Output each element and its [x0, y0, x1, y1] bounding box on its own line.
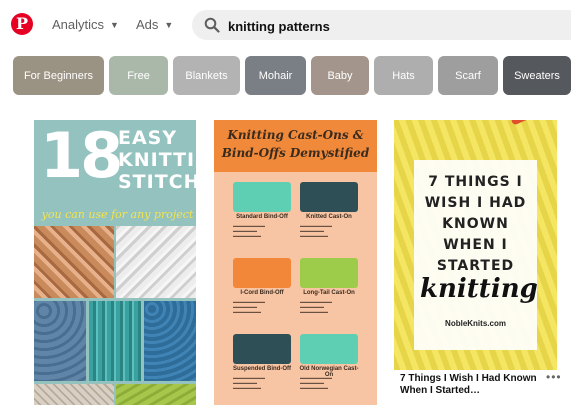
- stitch-photo: [89, 301, 141, 381]
- pin-title-line: EASY: [118, 127, 178, 149]
- swatch-description: ▬▬▬▬▬▬▬▬ ▬▬▬▬▬▬ ▬▬▬▬▬▬▬: [233, 223, 265, 238]
- chip-for-beginners[interactable]: For Beginners: [13, 56, 104, 95]
- pin-caption[interactable]: 7 Things I Wish I Had Known When I Start…: [400, 373, 540, 397]
- swatch-description: ▬▬▬▬▬▬▬▬ ▬▬▬▬▬▬ ▬▬▬▬▬▬▬: [300, 375, 332, 390]
- pinterest-logo-icon[interactable]: P: [11, 13, 33, 35]
- stitch-photo: [116, 226, 196, 298]
- chevron-down-icon: ▼: [110, 19, 119, 30]
- swatch-label: Long-Tail Cast-On: [303, 290, 355, 296]
- swatch-old-norwegian-cast-on: [300, 334, 358, 364]
- swatch-description: ▬▬▬▬▬▬▬▬ ▬▬▬▬▬▬ ▬▬▬▬▬▬▬: [233, 299, 265, 314]
- guided-search-chips: For Beginners Free Blankets Mohair Baby …: [0, 56, 571, 96]
- pin-number: 18: [40, 120, 123, 192]
- swatch-description: ▬▬▬▬▬▬▬▬ ▬▬▬▬▬▬ ▬▬▬▬▬▬▬: [300, 223, 332, 238]
- pin-cast-ons-bind-offs[interactable]: Knitting Cast-Ons & Bind-Offs Demystifie…: [214, 120, 377, 405]
- chip-baby[interactable]: Baby: [311, 56, 369, 95]
- nav-analytics[interactable]: Analytics ▼: [52, 17, 119, 32]
- swatch-label: I-Cord Bind-Off: [240, 290, 284, 296]
- search-bar[interactable]: [192, 10, 571, 42]
- pin-site-name: NobleKnits.com: [445, 319, 506, 328]
- search-input[interactable]: [226, 10, 560, 42]
- pin-script-word: knitting: [420, 274, 538, 304]
- swatch-description: ▬▬▬▬▬▬▬▬ ▬▬▬▬▬▬ ▬▬▬▬▬▬▬: [233, 375, 265, 390]
- pin-title-line: 7 THINGS I: [428, 174, 523, 190]
- pin-title-line: Bind-Offs Demystified: [221, 146, 370, 160]
- more-dots-icon[interactable]: •••: [546, 370, 562, 384]
- swatch-label: Standard Bind-Off: [236, 214, 288, 220]
- pin-title: 7 THINGS I WISH I HAD KNOWN WHEN I START…: [420, 172, 531, 277]
- pin-subtitle: you can use for any project: [41, 208, 194, 221]
- swatch-long-tail-cast-on: [300, 258, 358, 288]
- swatch-description: ▬▬▬▬▬▬▬▬ ▬▬▬▬▬▬ ▬▬▬▬▬▬▬: [300, 299, 332, 314]
- pin-title-line: Knitting Cast-Ons &: [227, 128, 364, 142]
- chip-hats[interactable]: Hats: [374, 56, 433, 95]
- pin-title-line: KNOWN: [442, 216, 509, 232]
- nav-ads[interactable]: Ads ▼: [136, 17, 173, 32]
- pin-seven-things[interactable]: 7 THINGS I WISH I HAD KNOWN WHEN I START…: [394, 120, 557, 370]
- nav-ads-label: Ads: [136, 17, 159, 32]
- swatch-knitted-cast-on: [300, 182, 358, 212]
- pin-title-line: WHEN I: [443, 237, 508, 253]
- pin-easy-knitting-stitches[interactable]: 18 EASY KNITTING STITCHES you can use fo…: [34, 120, 196, 405]
- swatch-standard-bind-off: [233, 182, 291, 212]
- search-icon: [204, 17, 220, 33]
- stitch-photo: [34, 301, 86, 381]
- swatch-suspended-bind-off: [233, 334, 291, 364]
- top-bar: P Analytics ▼ Ads ▼: [0, 0, 571, 50]
- chip-blankets[interactable]: Blankets: [173, 56, 240, 95]
- swatch-i-cord-bind-off: [233, 258, 291, 288]
- chip-sweaters[interactable]: Sweaters: [503, 56, 571, 95]
- swatch-label: Knitted Cast-On: [306, 214, 352, 220]
- stitch-photo: [34, 226, 114, 298]
- pin-title: Knitting Cast-Ons & Bind-Offs Demystifie…: [218, 126, 373, 162]
- pin-title-line: STITCHES: [118, 171, 196, 193]
- chevron-down-icon: ▼: [164, 19, 174, 30]
- pin-title-line: KNITTING: [118, 149, 196, 171]
- chip-free[interactable]: Free: [109, 56, 168, 95]
- chip-mohair[interactable]: Mohair: [245, 56, 306, 95]
- chip-scarf[interactable]: Scarf: [438, 56, 498, 95]
- nav-analytics-label: Analytics: [52, 17, 105, 32]
- pin-title-line: WISH I HAD: [424, 195, 527, 211]
- stitch-photo: [34, 384, 114, 405]
- stitch-photo: [144, 301, 196, 381]
- stitch-photo: [116, 384, 196, 405]
- swatch-label: Suspended Bind-Off: [233, 366, 291, 372]
